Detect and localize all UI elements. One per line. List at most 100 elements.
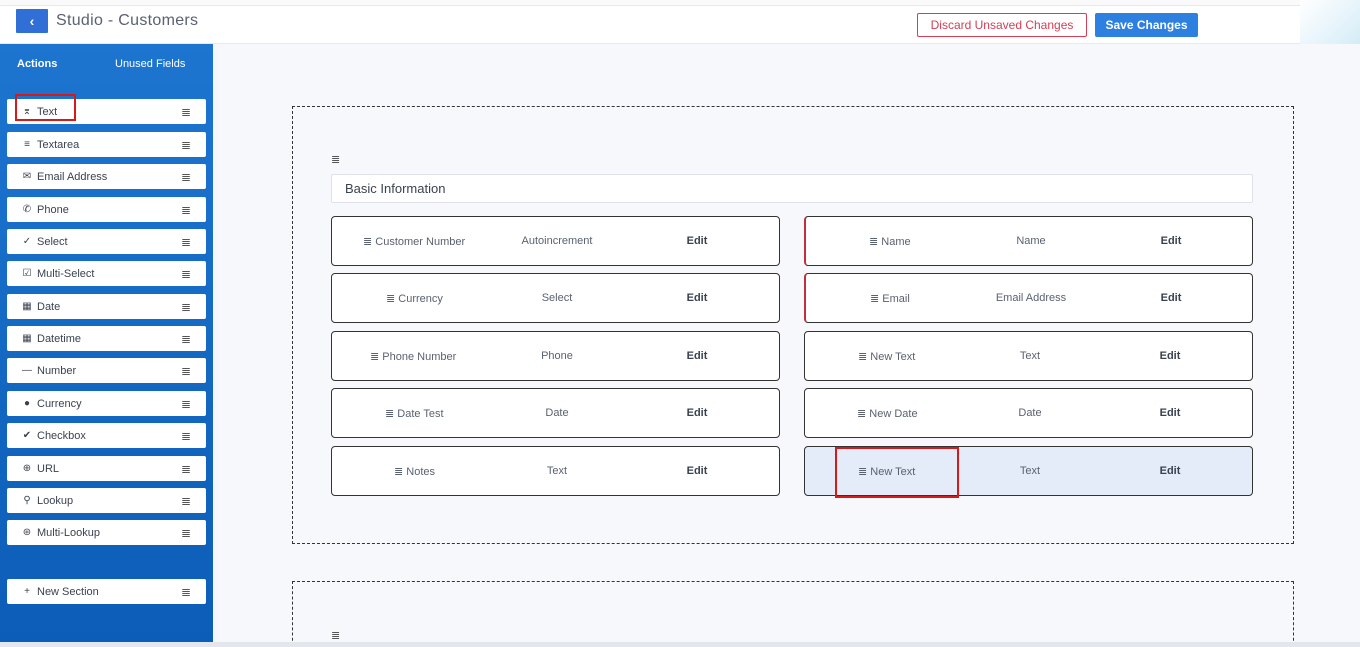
field-card-type: Phone — [541, 350, 573, 362]
field-type-datetime[interactable]: ▦ Datetime ≣ — [7, 326, 206, 351]
chevron-left-icon: ‹ — [29, 13, 35, 29]
check-icon: ✓ — [22, 236, 32, 247]
edit-field-button[interactable]: Edit — [687, 465, 708, 477]
drag-handle-icon[interactable]: ≣ — [178, 332, 194, 346]
field-type-label: Select — [37, 235, 68, 248]
field-type-textarea[interactable]: ≡ Textarea ≣ — [7, 132, 206, 157]
edit-field-button[interactable]: Edit — [687, 407, 708, 419]
drag-handle-icon[interactable]: ≣ — [178, 138, 194, 152]
field-type-label: Multi-Select — [37, 267, 95, 280]
drag-handle-icon[interactable]: ≣ — [178, 494, 194, 508]
field-type-label: Date — [37, 300, 61, 313]
edit-field-button[interactable]: Edit — [1160, 350, 1181, 362]
field-type-label: Checkbox — [37, 429, 86, 442]
field-type-multi-select[interactable]: ☑ Multi-Select ≣ — [7, 261, 206, 286]
drag-handle-icon[interactable]: ≣ — [178, 105, 194, 119]
field-card[interactable]: ≣ Date Test Date Edit — [331, 388, 780, 438]
drag-handle-icon[interactable]: ≣ — [363, 236, 372, 248]
drag-handle-icon[interactable]: ≣ — [178, 170, 194, 184]
drag-handle-icon[interactable]: ≣ — [385, 408, 394, 420]
drag-handle-icon[interactable]: ≣ — [178, 429, 194, 443]
circle-icon: ● — [23, 398, 31, 409]
field-card-name: ≣ Customer Number — [363, 236, 466, 248]
drag-handle-icon[interactable]: ≣ — [178, 526, 194, 540]
drag-handle-icon[interactable]: ≣ — [869, 236, 878, 248]
edit-field-button[interactable]: Edit — [687, 292, 708, 304]
field-card[interactable]: ≣ New Text Text Edit — [804, 331, 1253, 381]
field-card-name: ≣ New Text — [858, 351, 916, 363]
field-card[interactable]: ≣ New Date Date Edit — [804, 388, 1253, 438]
field-card[interactable]: ≣ Name Name Edit — [804, 216, 1253, 266]
field-card-name: ≣ Date Test — [385, 408, 444, 420]
header-decoration — [1300, 0, 1360, 44]
section-title-input[interactable]: Basic Information — [331, 174, 1253, 203]
page-title: Studio - Customers — [56, 12, 199, 29]
drag-handle-icon[interactable]: ≣ — [178, 203, 194, 217]
drag-handle-icon[interactable]: ≣ — [178, 585, 194, 599]
drag-handle-icon[interactable]: ≣ — [178, 462, 194, 476]
top-divider — [0, 0, 1360, 6]
field-type-label: Multi-Lookup — [37, 526, 100, 539]
edit-field-button[interactable]: Edit — [1160, 465, 1181, 477]
section-second — [292, 581, 1294, 647]
field-type-currency[interactable]: ● Currency ≣ — [7, 391, 206, 416]
field-type-label: Email Address — [37, 170, 108, 183]
back-button[interactable]: ‹ — [16, 9, 48, 33]
field-card[interactable]: ≣ Notes Text Edit — [331, 446, 780, 496]
field-card[interactable]: ≣ Customer Number Autoincrement Edit — [331, 216, 780, 266]
globe-icon: ⊕ — [22, 463, 32, 474]
calendar-icon: ▦ — [22, 301, 32, 312]
drag-handle-icon[interactable]: ≣ — [370, 351, 379, 363]
save-changes-button[interactable]: Save Changes — [1095, 13, 1198, 37]
edit-field-button[interactable]: Edit — [1160, 407, 1181, 419]
tab-unused-fields[interactable]: Unused Fields — [115, 58, 185, 70]
check-circle-icon: ✔ — [22, 430, 32, 441]
field-card-name: ≣ Currency — [386, 293, 443, 305]
field-type-label: URL — [37, 462, 60, 475]
field-card[interactable]: ≣ Currency Select Edit — [331, 273, 780, 323]
field-card-type: Text — [1019, 350, 1041, 362]
drag-handle-icon[interactable]: ≣ — [178, 300, 194, 314]
field-type-multi-lookup[interactable]: ⊛ Multi-Lookup ≣ — [7, 520, 206, 545]
field-card-type: Date — [545, 407, 569, 419]
section-drag-handle-icon[interactable]: ≣ — [331, 629, 340, 642]
section-drag-handle-icon[interactable]: ≣ — [331, 153, 340, 166]
field-type-email-address[interactable]: ✉ Email Address ≣ — [7, 164, 206, 189]
textarea-icon: ≡ — [24, 139, 30, 150]
field-card-name: ≣ Phone Number — [370, 351, 457, 363]
plus-icon: + — [24, 586, 30, 597]
discard-changes-button[interactable]: Discard Unsaved Changes — [917, 13, 1087, 37]
drag-handle-icon[interactable]: ≣ — [178, 235, 194, 249]
drag-handle-icon[interactable]: ≣ — [178, 364, 194, 378]
field-card-name: ≣ Name — [869, 236, 911, 248]
highlight-box — [15, 94, 76, 121]
field-card-name: ≣ Notes — [394, 466, 436, 478]
field-type-label: Phone — [37, 203, 69, 216]
field-type-date[interactable]: ▦ Date ≣ — [7, 294, 206, 319]
new-section-button[interactable]: + New Section ≣ — [7, 579, 206, 604]
checked-box-icon: ☑ — [22, 268, 32, 279]
field-type-number[interactable]: — Number ≣ — [7, 358, 206, 383]
field-type-lookup[interactable]: ⚲ Lookup ≣ — [7, 488, 206, 513]
drag-handle-icon[interactable]: ≣ — [178, 267, 194, 281]
edit-field-button[interactable]: Edit — [1161, 292, 1182, 304]
field-type-phone[interactable]: ✆ Phone ≣ — [7, 197, 206, 222]
drag-handle-icon[interactable]: ≣ — [386, 293, 395, 305]
drag-handle-icon[interactable]: ≣ — [870, 293, 879, 305]
field-card[interactable]: ≣ Email Email Address Edit — [804, 273, 1253, 323]
drag-handle-icon[interactable]: ≣ — [178, 397, 194, 411]
edit-field-button[interactable]: Edit — [687, 350, 708, 362]
field-type-url[interactable]: ⊕ URL ≣ — [7, 456, 206, 481]
drag-handle-icon[interactable]: ≣ — [857, 408, 866, 420]
tab-actions[interactable]: Actions — [17, 58, 57, 70]
field-card[interactable]: ≣ Phone Number Phone Edit — [331, 331, 780, 381]
search-plus-icon: ⊛ — [22, 527, 32, 538]
field-card-type: Text — [1019, 465, 1041, 477]
edit-field-button[interactable]: Edit — [687, 235, 708, 247]
drag-handle-icon[interactable]: ≣ — [858, 351, 867, 363]
bottom-scrollbar[interactable] — [0, 642, 1360, 647]
field-type-select[interactable]: ✓ Select ≣ — [7, 229, 206, 254]
drag-handle-icon[interactable]: ≣ — [394, 466, 403, 478]
edit-field-button[interactable]: Edit — [1161, 235, 1182, 247]
field-type-checkbox[interactable]: ✔ Checkbox ≣ — [7, 423, 206, 448]
